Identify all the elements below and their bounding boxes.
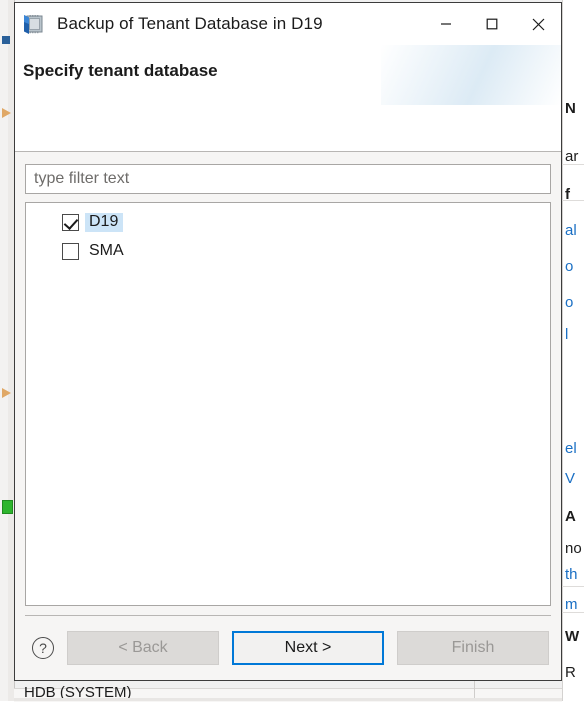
background-right-panel: N ar f al o o l el V A no th m W R	[562, 0, 584, 701]
checkbox-checked-icon[interactable]	[62, 214, 79, 231]
maximize-button[interactable]	[469, 3, 515, 45]
bg-fragment: al	[565, 222, 577, 239]
bg-fragment: o	[565, 258, 574, 275]
bg-fragment: N	[565, 100, 576, 117]
status-running-icon	[2, 500, 13, 514]
list-item[interactable]: D19	[26, 208, 550, 237]
help-icon[interactable]: ?	[32, 637, 54, 659]
list-item-label: SMA	[89, 242, 124, 259]
bg-fragment: V	[565, 470, 576, 487]
tenant-database-list[interactable]: D19 SMA	[25, 202, 551, 606]
bg-fragment: el	[565, 440, 577, 457]
bg-row-divider	[562, 164, 584, 165]
expand-arrow-icon	[2, 388, 11, 398]
navigator-icon	[2, 36, 10, 44]
dialog-body: D19 SMA	[15, 152, 561, 616]
bg-fragment: l	[565, 326, 569, 343]
bg-fragment: th	[565, 566, 578, 583]
next-button[interactable]: Next >	[232, 631, 384, 665]
bg-fragment: ar	[565, 148, 579, 165]
bg-fragment: m	[565, 596, 578, 613]
checkbox-unchecked-icon[interactable]	[62, 243, 79, 260]
minimize-button[interactable]	[423, 3, 469, 45]
bg-fragment: A	[565, 508, 576, 525]
bg-fragment: W	[565, 628, 580, 645]
dialog-header: Specify tenant database	[15, 45, 561, 151]
finish-button[interactable]: Finish	[397, 631, 549, 665]
bg-fragment: o	[565, 294, 574, 311]
dialog-title-bar[interactable]: Backup of Tenant Database in D19	[15, 3, 561, 45]
bg-row-divider	[562, 586, 584, 587]
bg-fragment: R	[565, 664, 576, 681]
back-button[interactable]: < Back	[67, 631, 219, 665]
bg-fragment: no	[565, 540, 582, 557]
dialog-title: Backup of Tenant Database in D19	[57, 14, 323, 33]
database-chip-icon	[23, 13, 45, 35]
filter-input[interactable]	[25, 164, 551, 194]
window-controls	[423, 3, 561, 45]
bg-row-divider	[562, 612, 584, 613]
page-title: Specify tenant database	[23, 61, 218, 80]
close-button[interactable]	[515, 3, 561, 45]
bg-row-divider	[562, 200, 584, 201]
list-item[interactable]: SMA	[26, 237, 550, 266]
dialog-footer: ? < Back Next > Finish	[15, 616, 561, 680]
expand-arrow-icon	[2, 108, 11, 118]
backup-tenant-database-dialog: Backup of Tenant Database in D19 Specify…	[14, 2, 562, 681]
list-item-label: D19	[85, 213, 124, 232]
